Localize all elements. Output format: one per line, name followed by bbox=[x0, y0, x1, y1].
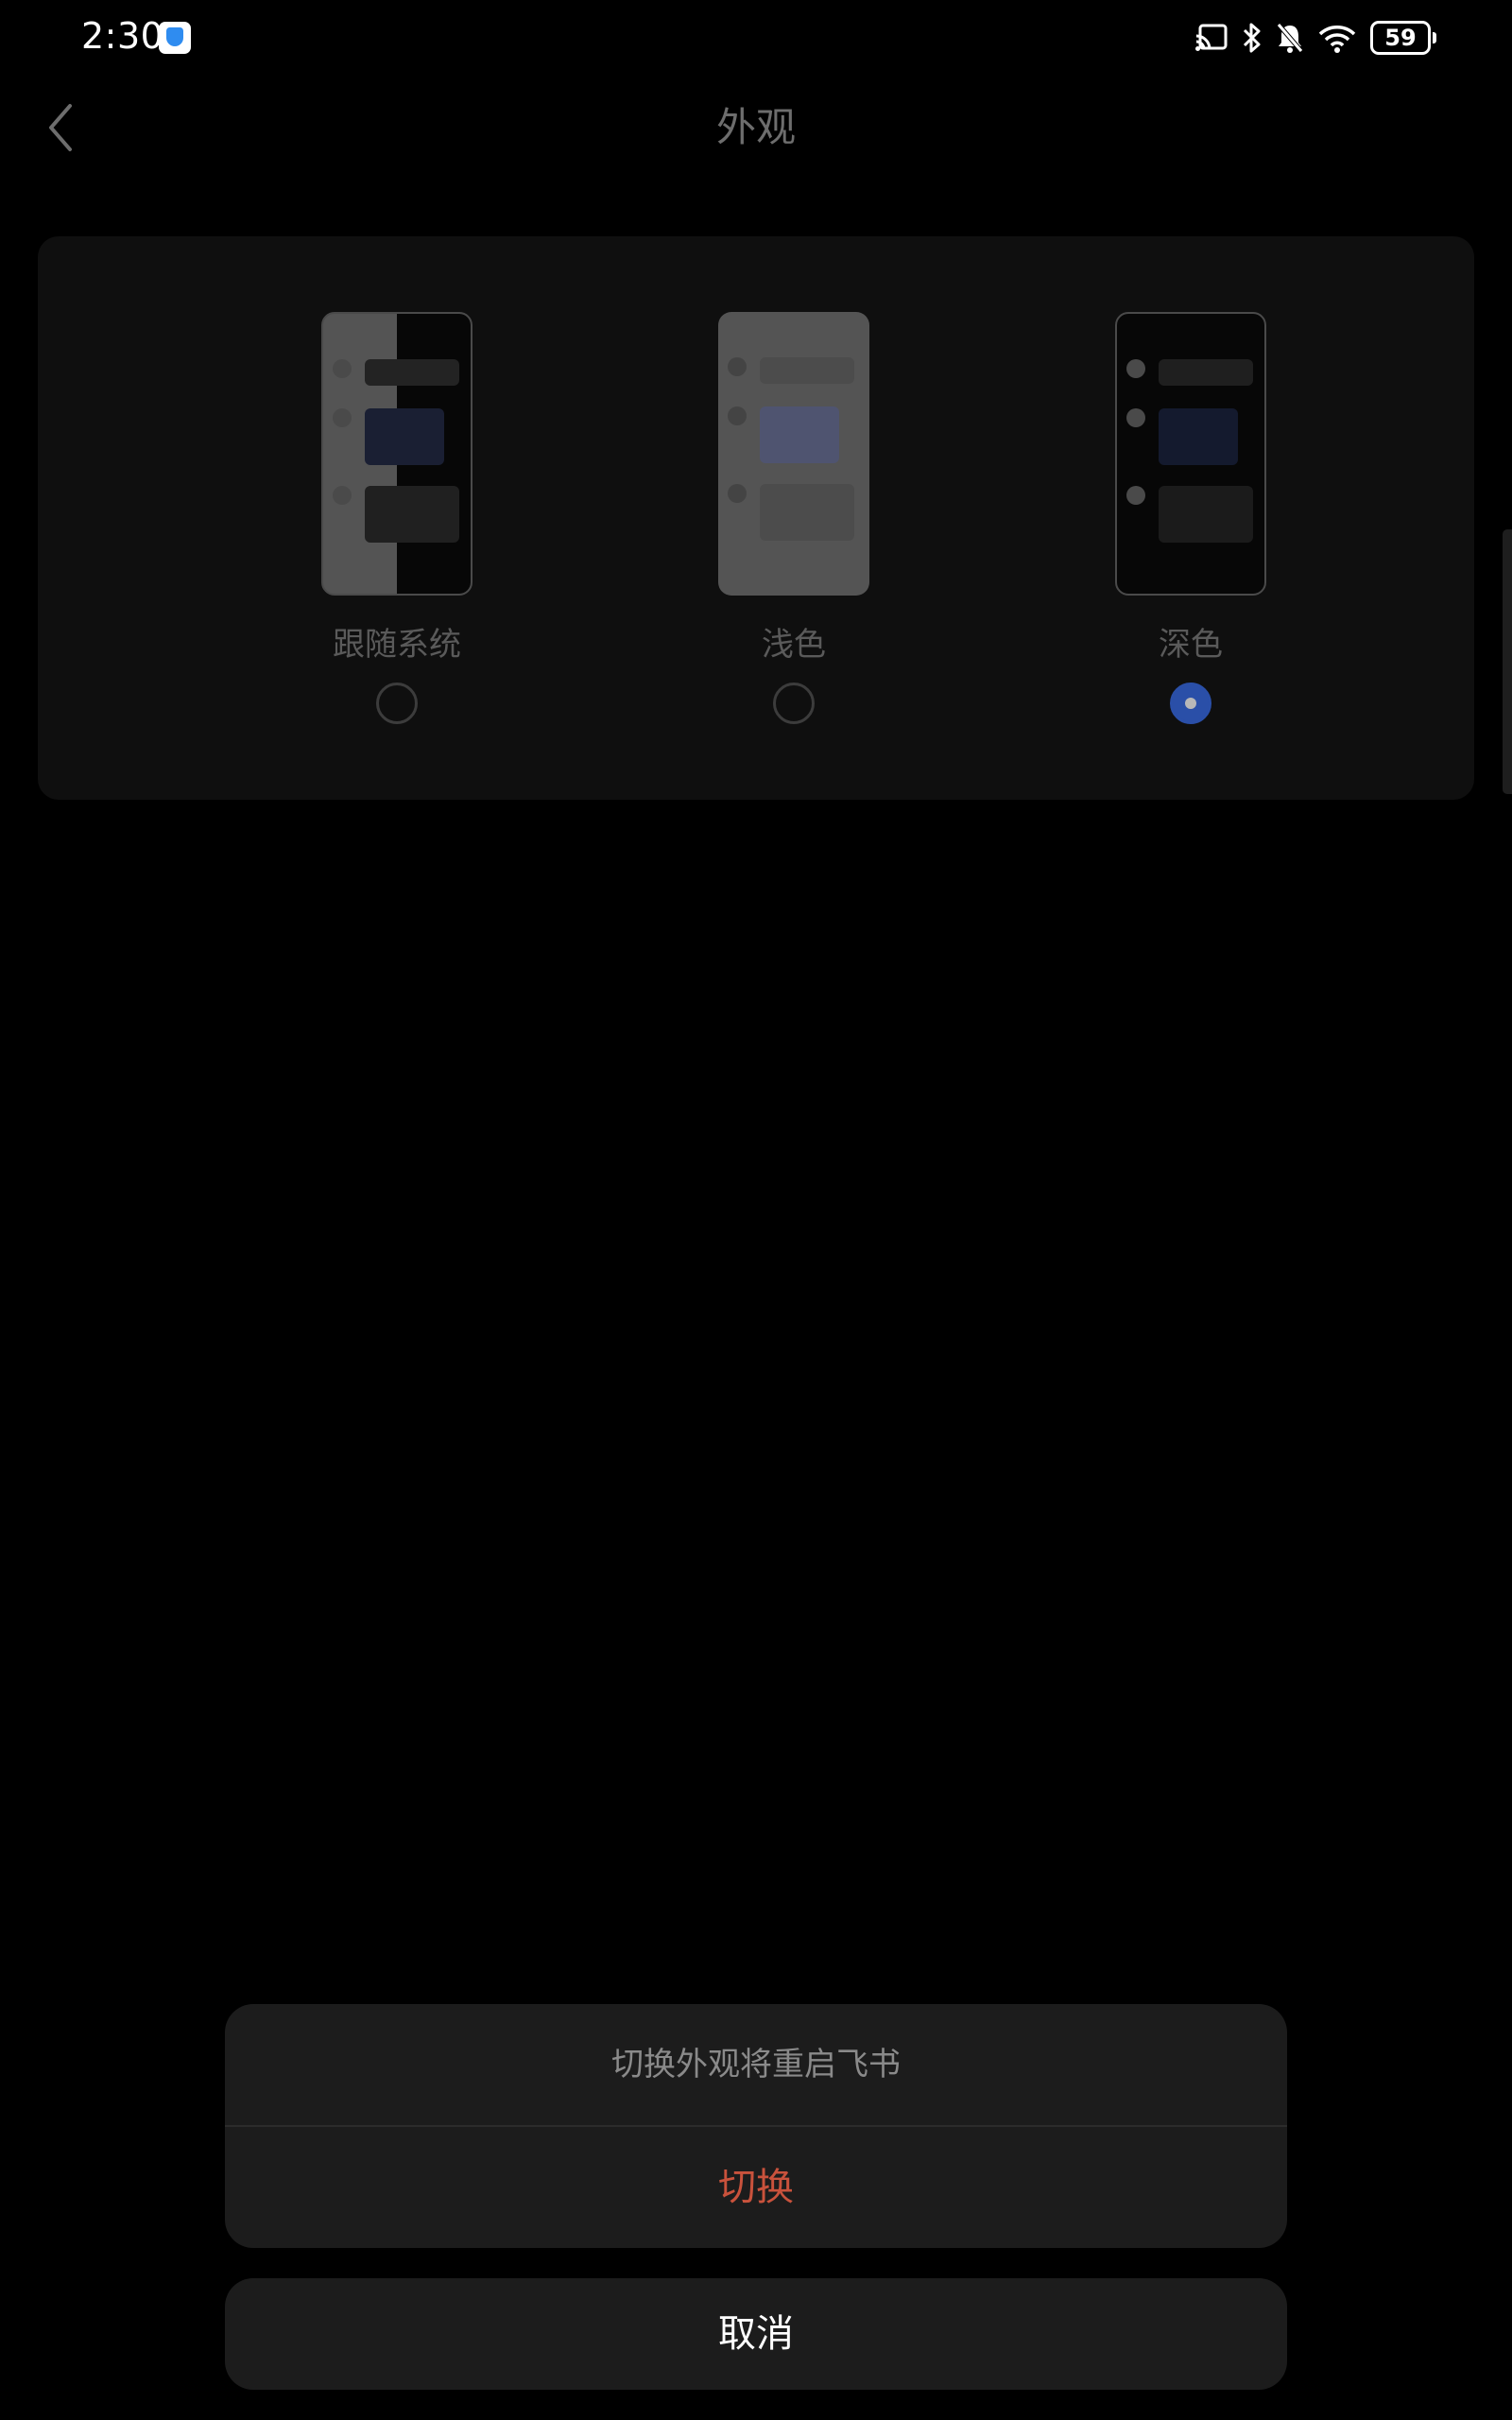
status-time: 2:30 bbox=[81, 15, 164, 57]
appearance-card: 跟随系统 浅色 深色 bbox=[38, 236, 1474, 800]
option-dark[interactable]: 深色 bbox=[1077, 312, 1304, 724]
option-follow-system[interactable]: 跟随系统 bbox=[284, 312, 510, 724]
cancel-button[interactable]: 取消 bbox=[225, 2278, 1287, 2390]
scroll-indicator bbox=[1503, 529, 1512, 794]
light-preview bbox=[718, 312, 869, 596]
battery-icon: 59 bbox=[1370, 21, 1436, 55]
dark-radio[interactable] bbox=[1170, 683, 1211, 724]
follow-system-preview bbox=[321, 312, 472, 596]
shield-app-icon bbox=[159, 22, 191, 54]
battery-level: 59 bbox=[1384, 25, 1417, 51]
status-bar: 2:30 59 bbox=[0, 0, 1512, 76]
light-label: 浅色 bbox=[762, 626, 826, 664]
dialog-message: 切换外观将重启飞书 bbox=[225, 2004, 1287, 2127]
option-light[interactable]: 浅色 bbox=[680, 312, 907, 724]
wifi-icon bbox=[1318, 26, 1356, 53]
confirm-dialog: 切换外观将重启飞书 切换 bbox=[225, 2004, 1287, 2248]
dark-preview bbox=[1115, 312, 1266, 596]
bell-off-icon bbox=[1277, 23, 1303, 53]
follow-system-label: 跟随系统 bbox=[333, 626, 461, 664]
light-radio[interactable] bbox=[773, 683, 815, 724]
screen-cast-icon bbox=[1195, 24, 1228, 51]
status-icons: 59 bbox=[1194, 17, 1436, 59]
follow-system-radio[interactable] bbox=[376, 683, 418, 724]
bluetooth-icon bbox=[1243, 23, 1261, 53]
switch-button[interactable]: 切换 bbox=[225, 2127, 1287, 2248]
dark-label: 深色 bbox=[1159, 626, 1223, 664]
page-title: 外观 bbox=[715, 104, 796, 150]
